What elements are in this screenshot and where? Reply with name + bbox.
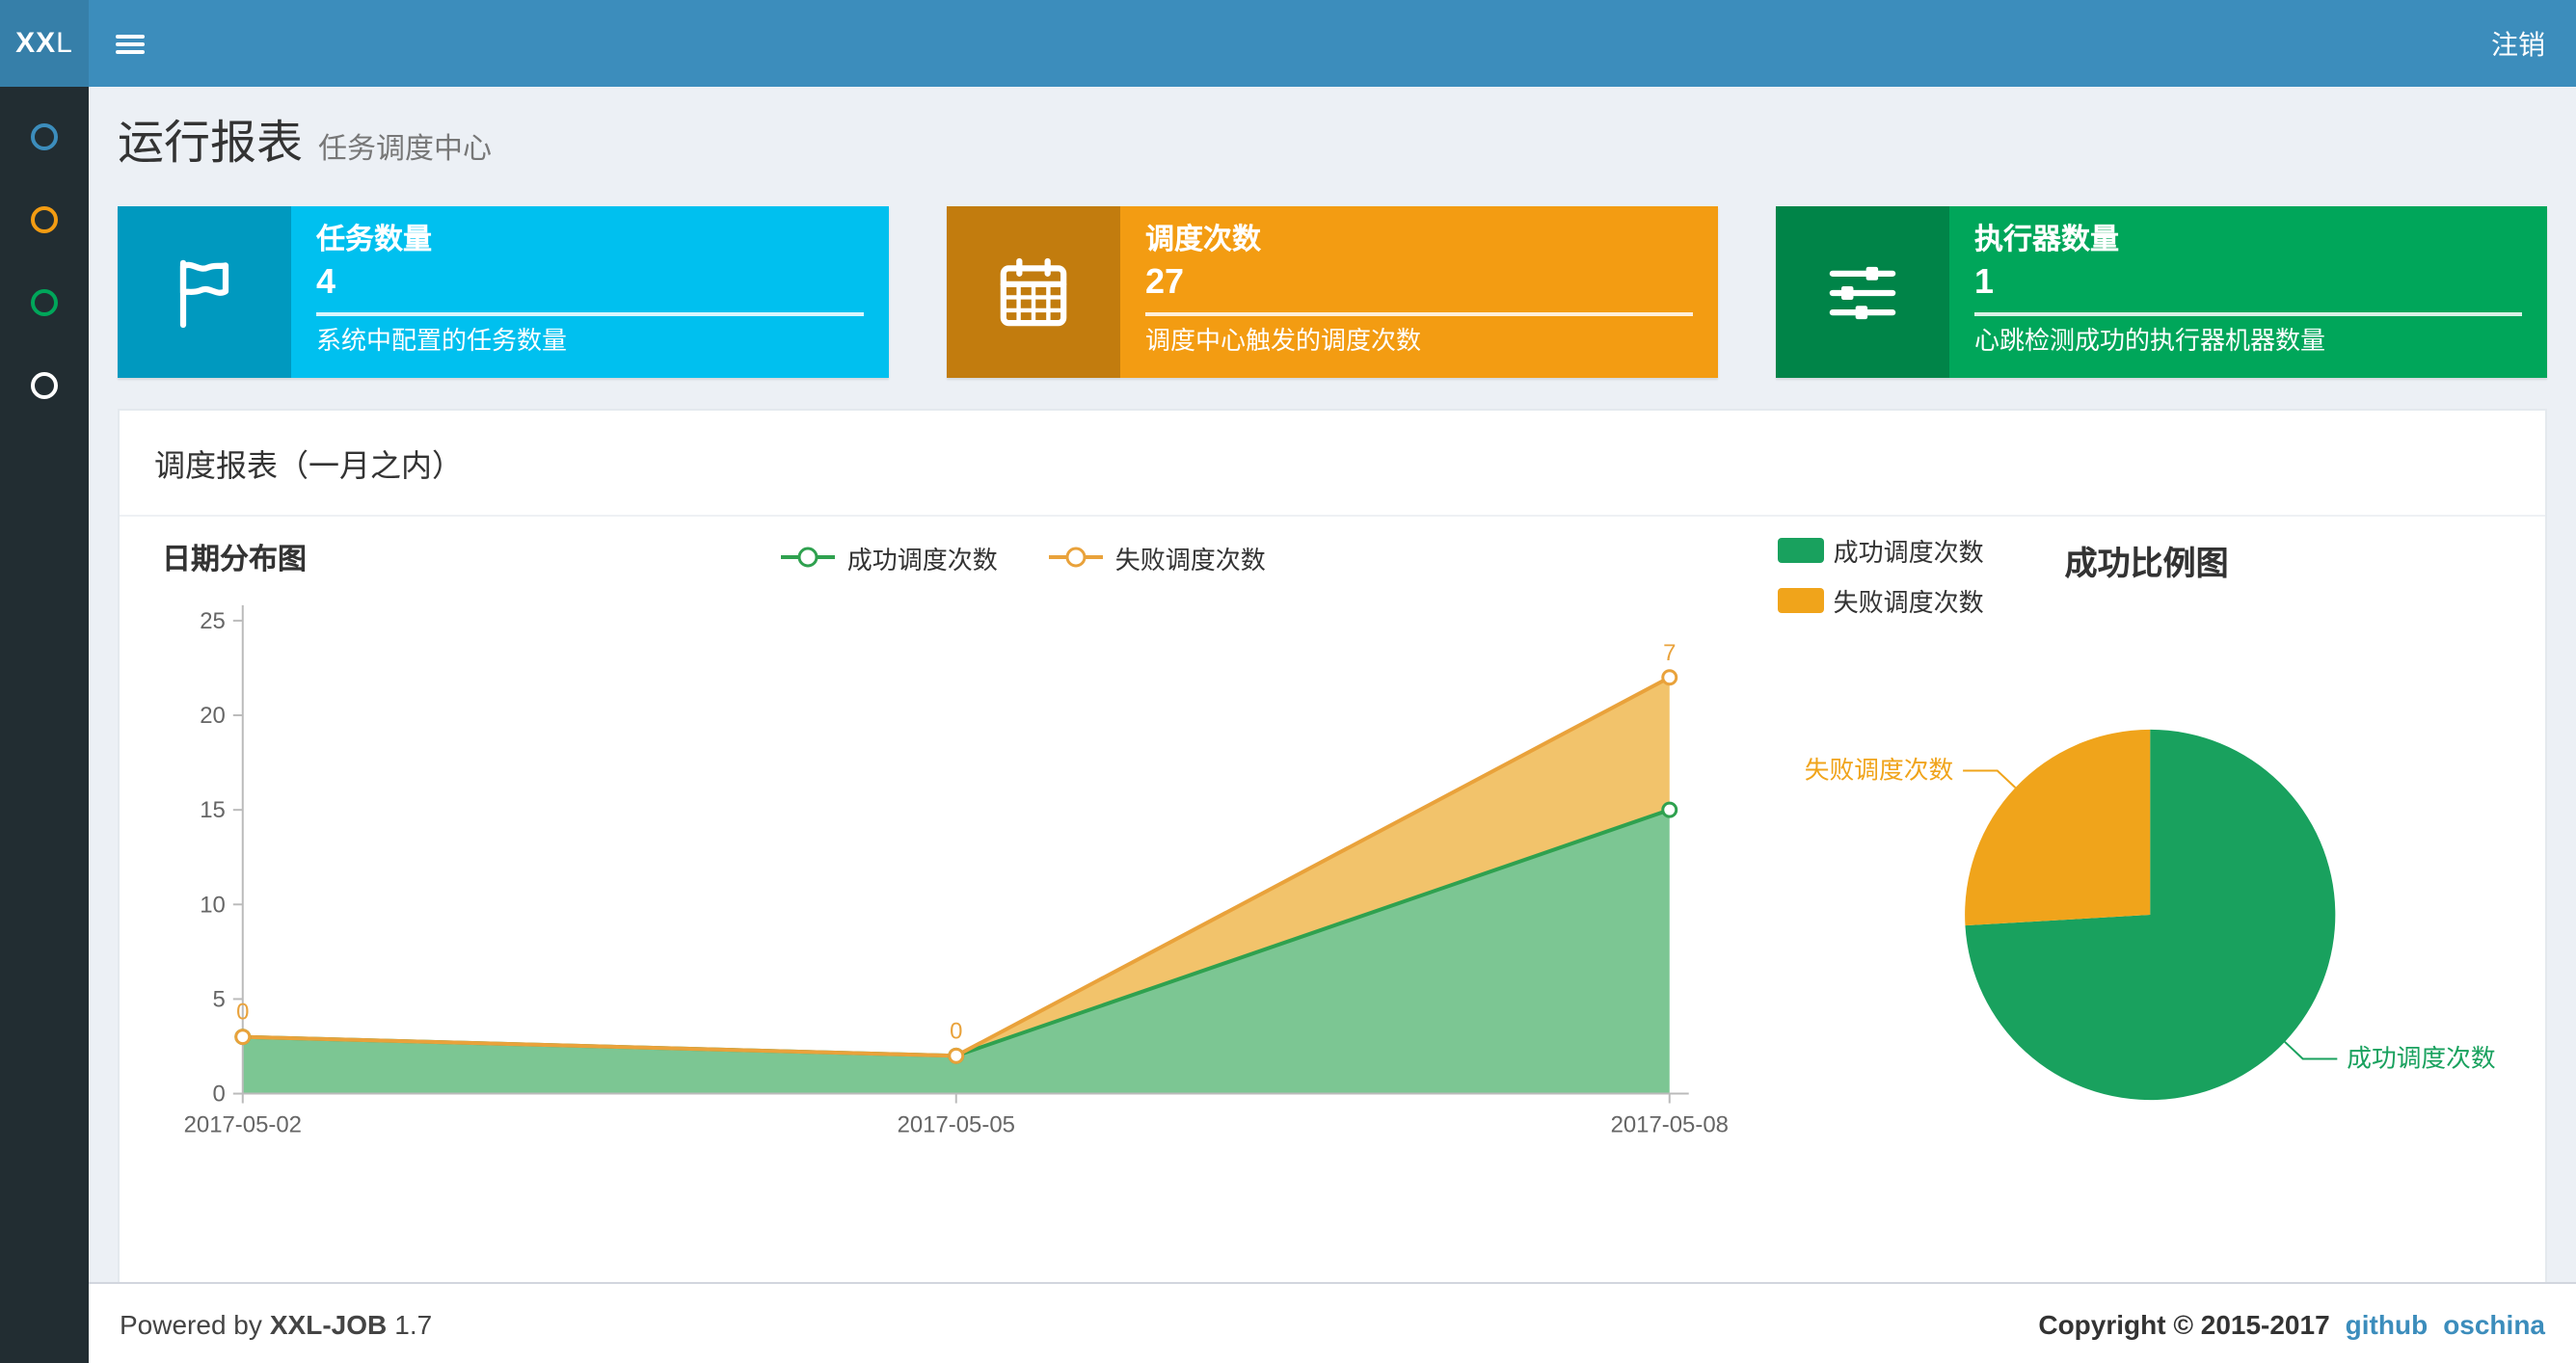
info-box-divider [1974,312,2522,316]
circle-icon [31,122,58,149]
svg-text:15: 15 [200,797,226,823]
pie-chart-title: 成功比例图 [2064,546,2229,582]
version: 1.7 [394,1308,433,1339]
success-ratio-pie: 成功调度次数 失败调度次数 [1804,729,2496,1101]
info-box-description: 系统中配置的任务数量 [316,326,568,355]
sidebar-item-1[interactable] [0,94,89,177]
info-box-label: 调度次数 [1145,224,1262,256]
page-subtitle: 任务调度中心 [318,133,493,166]
sidebar-item-4[interactable] [0,343,89,426]
line-chart-container: 0 5 10 15 20 25 2017-05-02 2017-05-05 2017-05-08… [162,582,1739,1168]
footer: Powered by XXL-JOB 1.7 Copyright © 2015-… [89,1282,2576,1363]
svg-text:2017-05-08: 2017-05-08 [1611,1111,1729,1137]
sidebar [0,87,89,1363]
date-distribution-section: 日期分布图 成功调度次数 失败调度次数 0 5 10 15 20 25 2017-05-02… [143,532,1758,1201]
line-legend-marker-icon [1049,547,1104,568]
copyright: Copyright © 2015-2017 github oschina [2038,1308,2545,1339]
success-ratio-section: 成功调度次数 失败调度次数 成功比例图 成功调度次数 失败调度次数 [1758,532,2522,1201]
content-header: 运行报表 任务调度中心 [89,87,2576,179]
info-box-description: 调度中心触发的调度次数 [1145,326,1422,355]
info-box-row: 任务数量 4 系统中配置的任务数量 调度次数 27 调度中心触发的调度次数 执行… [89,179,2576,378]
report-panel: 调度报表（一月之内） 日期分布图 成功调度次数 失败调度次数 0 5 10 15 20 2… [118,409,2547,1320]
legend-item[interactable]: 失败调度次数 [1048,539,1266,575]
content-area: 运行报表 任务调度中心 任务数量 4 系统中配置的任务数量 调度次数 27 调度… [89,87,2576,1320]
info-box-divider [1145,312,1693,316]
info-box: 任务数量 4 系统中配置的任务数量 [118,206,889,378]
sliders-icon [1776,206,1949,378]
info-box-divider [316,312,864,316]
svg-text:成功调度次数: 成功调度次数 [2347,1044,2496,1072]
info-box: 执行器数量 1 心跳检测成功的执行器机器数量 [1776,206,2547,378]
logo-text-light: L [56,27,73,60]
navbar-right: 注销 [2460,0,2576,87]
svg-text:7: 7 [1663,640,1676,666]
legend-item[interactable]: 成功调度次数 [780,539,998,575]
pie-chart-header: 成功调度次数 失败调度次数 成功比例图 [1777,532,2522,619]
sidebar-item-2[interactable] [0,177,89,260]
circle-icon [31,371,58,398]
line-chart-header: 日期分布图 成功调度次数 失败调度次数 [162,532,1739,582]
powered-by: Powered by XXL-JOB 1.7 [120,1308,433,1339]
sidebar-toggle-button[interactable] [89,0,170,87]
sidebar-item-3[interactable] [0,260,89,343]
brand-name: XXL-JOB [269,1308,388,1339]
svg-text:2017-05-05: 2017-05-05 [898,1111,1015,1137]
hamburger-icon [115,30,144,57]
svg-text:25: 25 [200,608,226,634]
date-distribution-chart: 05101520252017-05-02 2017-05-05 2017-05-08… [184,604,1729,1137]
info-box-body: 调度次数 27 调度中心触发的调度次数 [1120,206,1718,378]
pie-chart-legend: 成功调度次数 失败调度次数 [1777,532,1984,619]
line-chart-title: 日期分布图 [162,543,308,575]
info-box-body: 任务数量 4 系统中配置的任务数量 [291,206,889,378]
panel-title: 调度报表（一月之内） [120,411,2545,517]
github-link[interactable]: github [2346,1308,2428,1339]
circle-icon [31,288,58,315]
app: XX L 注销 运行报表 任务调度中心 任务数量 4 系统中配置的任务数量 调度… [0,0,2576,1363]
line-chart-legend: 成功调度次数 失败调度次数 [307,539,1739,575]
svg-text:0: 0 [950,1018,962,1044]
legend-item[interactable]: 成功调度次数 [1777,532,1984,569]
logo-text-bold: XX [15,27,57,60]
svg-text:0: 0 [213,1082,226,1108]
svg-text:20: 20 [200,703,226,729]
flag-icon [118,206,291,378]
info-box-value: 27 [1145,262,1185,301]
calendar-icon [947,206,1120,378]
navbar: XX L 注销 [0,0,2576,87]
circle-icon [31,205,58,232]
svg-text:2017-05-02: 2017-05-02 [184,1111,302,1137]
info-box-body: 执行器数量 1 心跳检测成功的执行器机器数量 [1949,206,2547,378]
info-box-description: 心跳检测成功的执行器机器数量 [1974,326,2326,355]
panel-body: 日期分布图 成功调度次数 失败调度次数 0 5 10 15 20 25 2017-05-02… [120,517,2545,1317]
page-title: 运行报表 任务调度中心 [118,118,493,170]
svg-text:失败调度次数: 失败调度次数 [1804,756,1953,784]
swatch-icon [1777,588,1824,613]
swatch-icon [1777,538,1824,563]
info-box: 调度次数 27 调度中心触发的调度次数 [947,206,1718,378]
oschina-link[interactable]: oschina [2443,1308,2545,1339]
logout-link[interactable]: 注销 [2491,24,2545,63]
info-box-label: 执行器数量 [1974,224,2120,256]
info-box-label: 任务数量 [316,224,433,256]
svg-text:5: 5 [213,986,226,1012]
info-box-value: 1 [1974,262,1995,301]
info-box-value: 4 [316,262,336,301]
pie-chart-container: 成功调度次数 失败调度次数 [1778,619,2522,1201]
svg-text:0: 0 [236,1000,249,1026]
svg-text:10: 10 [200,892,226,918]
legend-item[interactable]: 失败调度次数 [1777,582,1984,619]
logo[interactable]: XX L [0,0,89,87]
line-legend-marker-icon [781,547,836,568]
